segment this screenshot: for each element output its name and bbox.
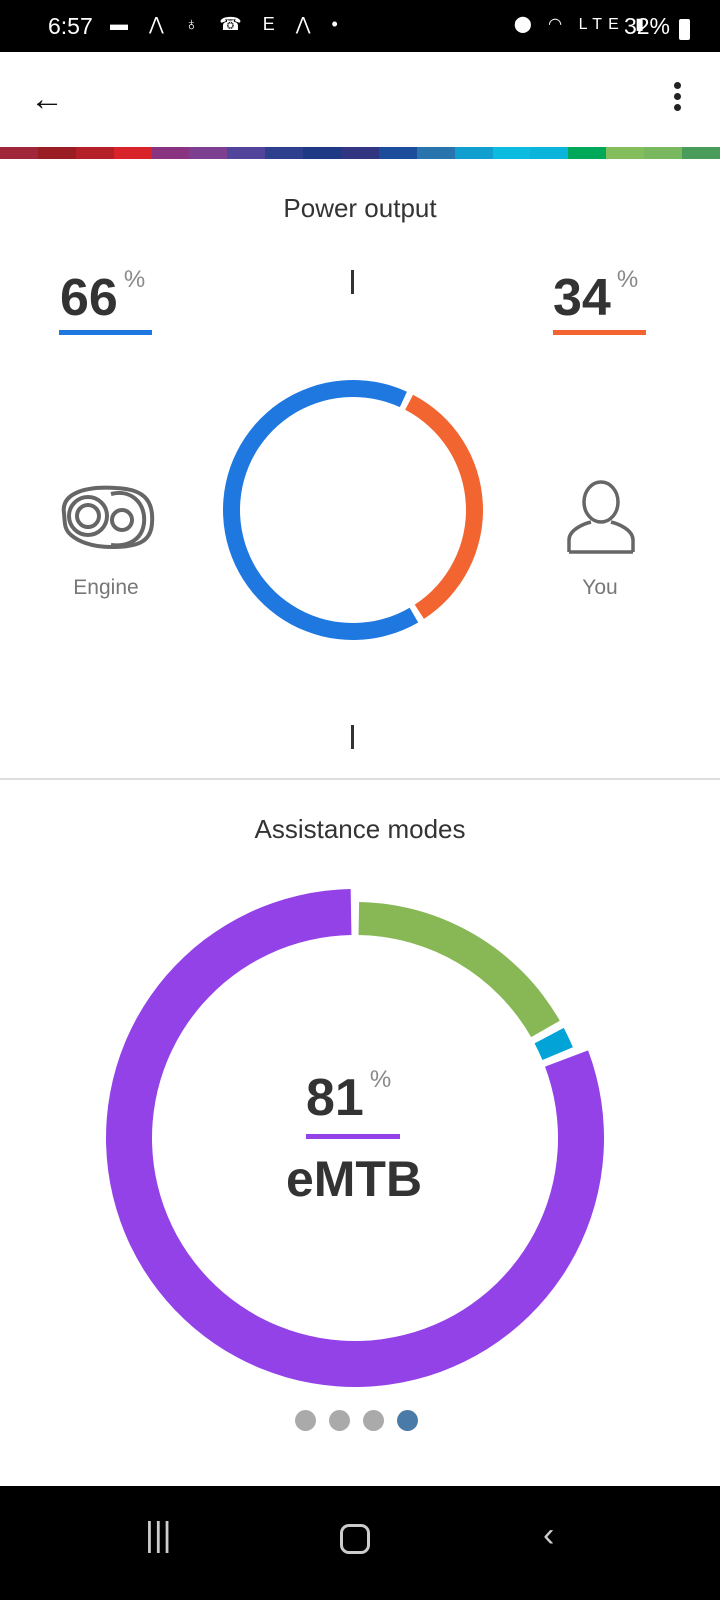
top-tick xyxy=(351,270,354,294)
engine-arc xyxy=(223,380,419,640)
stripe-segment xyxy=(568,147,607,159)
section-divider xyxy=(0,778,720,780)
selected-mode-percent: 81% xyxy=(306,1066,392,1128)
assistance-mode-segment-2 xyxy=(534,1027,573,1060)
you-percent-unit: % xyxy=(616,266,639,293)
stripe-segment xyxy=(265,147,304,159)
page-dot[interactable] xyxy=(295,1410,316,1431)
selected-mode-unit: % xyxy=(369,1066,392,1093)
power-output-donut xyxy=(223,380,483,640)
engine-percent: 66% xyxy=(60,266,146,328)
stripe-segment xyxy=(341,147,379,159)
network-type: LTE xyxy=(578,16,625,33)
stripe-segment xyxy=(644,147,683,159)
engine-percent-value: 66 xyxy=(60,269,118,327)
page-dot[interactable] xyxy=(329,1410,350,1431)
stripe-segment xyxy=(227,147,266,159)
engine-label: Engine xyxy=(73,576,139,599)
you-percent: 34% xyxy=(553,266,639,328)
selected-mode-underline xyxy=(306,1134,400,1139)
selected-mode-value: 81 xyxy=(306,1069,364,1127)
battery-percent: 32% xyxy=(623,13,670,39)
back-icon[interactable]: ‹ xyxy=(543,1516,554,1555)
arrow-left-icon[interactable]: ← xyxy=(30,80,64,119)
stripe-segment xyxy=(75,147,114,159)
stripe-segment xyxy=(37,147,76,159)
notification-icons: ▬ ⋀ ♁ ☎ E ⋀ • xyxy=(110,14,346,34)
engine-percent-unit: % xyxy=(123,266,146,293)
stripe-segment xyxy=(416,147,455,159)
bottom-tick xyxy=(351,725,354,749)
stripe-segment xyxy=(606,147,645,159)
page-dot[interactable] xyxy=(363,1410,384,1431)
stripe-segment xyxy=(113,147,152,159)
system-nav-bar: ||| ‹ xyxy=(0,1486,720,1600)
stripe-segment xyxy=(454,147,493,159)
stripe-segment xyxy=(492,147,531,159)
you-underline xyxy=(553,330,646,335)
page-indicator[interactable] xyxy=(295,1410,418,1431)
stripe-segment xyxy=(189,147,228,159)
engine-underline xyxy=(59,330,152,335)
engine-icon xyxy=(61,485,155,550)
stripe-segment xyxy=(0,147,38,159)
user-icon xyxy=(567,480,635,554)
status-bar: 6:57 ▬ ⋀ ♁ ☎ E ⋀ • ⬤ ◠ LTE ▮ 32% xyxy=(0,0,720,52)
stripe-segment xyxy=(530,147,569,159)
stripe-segment xyxy=(303,147,342,159)
assistance-modes-title: Assistance modes xyxy=(254,814,466,844)
you-label: You xyxy=(582,576,618,599)
you-arc xyxy=(405,394,483,619)
stripe-segment xyxy=(682,147,720,159)
brand-color-stripe xyxy=(0,147,720,159)
home-icon[interactable] xyxy=(340,1524,370,1554)
you-percent-value: 34 xyxy=(553,269,611,327)
app-bar: ← xyxy=(0,52,720,147)
selected-mode-name: eMTB xyxy=(285,1151,423,1207)
battery-icon xyxy=(679,19,690,40)
stripe-segment xyxy=(151,147,190,159)
more-vert-icon[interactable] xyxy=(674,82,682,115)
page-dot[interactable] xyxy=(397,1410,418,1431)
assistance-mode-segment-1 xyxy=(358,902,560,1038)
stripe-segment xyxy=(378,147,417,159)
power-output-title: Power output xyxy=(283,193,437,223)
recents-icon[interactable]: ||| xyxy=(145,1516,172,1555)
clock: 6:57 xyxy=(48,13,93,39)
